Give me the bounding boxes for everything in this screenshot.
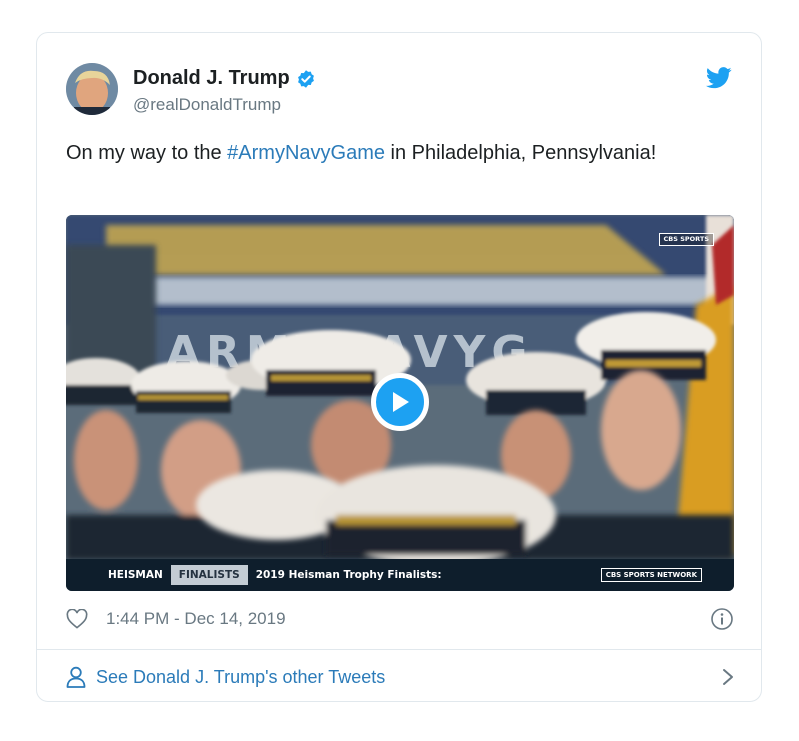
chevron-right-icon [723, 669, 733, 685]
tweet-card: Donald J. Trump @realDonaldTrump On my w… [36, 32, 762, 702]
ticker-caption: 2019 Heisman Trophy Finalists: [255, 569, 442, 581]
cbs-sports-logo: CBS SPORTS [658, 233, 714, 246]
user-icon [66, 666, 86, 688]
tweet-text: On my way to the #ArmyNavyGame in Philad… [66, 137, 726, 169]
play-icon [393, 392, 409, 412]
video-media[interactable]: ARMYNAVYG [66, 215, 734, 591]
verified-badge-icon [297, 69, 314, 88]
twitter-bird-icon[interactable] [706, 67, 732, 89]
hashtag-link[interactable]: #ArmyNavyGame [227, 142, 385, 164]
divider [37, 649, 761, 650]
ticker-network-logo: CBS SPORTS NETWORK [600, 568, 702, 582]
author-handle[interactable]: @realDonaldTrump [133, 95, 281, 115]
tweet-text-before: On my way to the [66, 142, 228, 164]
see-more-label: See Donald J. Trump's other Tweets [96, 666, 386, 687]
author-name-text: Donald J. Trump [133, 67, 290, 89]
see-more-tweets-link[interactable]: See Donald J. Trump's other Tweets [66, 664, 734, 690]
author-name[interactable]: Donald J. Trump [133, 67, 316, 90]
tweet-text-after: in Philadelphia, Pennsylvania! [384, 142, 657, 164]
ticker-finalists: FINALISTS [170, 565, 248, 585]
info-icon[interactable] [710, 607, 734, 631]
ticker-heisman: HEISMAN [108, 569, 163, 581]
tweet-timestamp[interactable]: 1:44 PM - Dec 14, 2019 [106, 609, 286, 629]
scoreboard-ticker: HEISMAN FINALISTS 2019 Heisman Trophy Fi… [66, 559, 734, 591]
tweet-meta: 1:44 PM - Dec 14, 2019 [66, 607, 734, 631]
heart-icon[interactable] [66, 609, 88, 629]
play-button[interactable] [371, 373, 429, 431]
avatar[interactable] [66, 63, 118, 115]
